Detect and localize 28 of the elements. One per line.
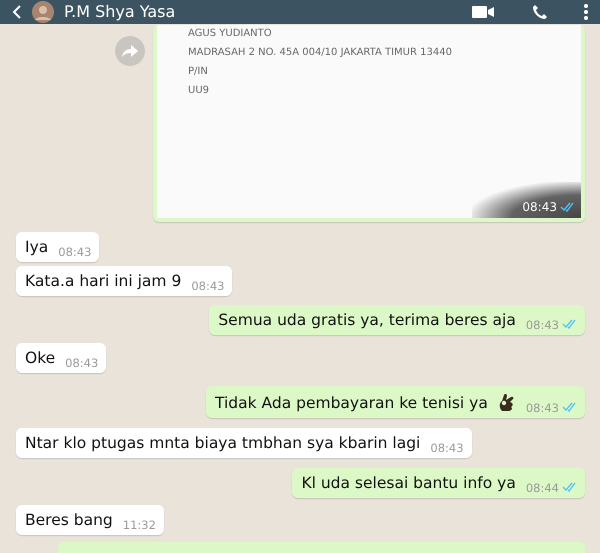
contact-name: P.M Shya Yasa — [64, 1, 176, 23]
more-options-icon[interactable] — [584, 4, 588, 20]
message-text: Iya — [25, 237, 48, 257]
document-text: AGUS YUDIANTO — [188, 27, 273, 40]
document-text: P/IN — [188, 65, 209, 78]
back-icon[interactable] — [12, 5, 22, 19]
message-time: 08:43 — [526, 318, 559, 332]
message-text: Kl uda selesai bantu info ya — [301, 473, 516, 493]
message-time: 08:44 — [526, 481, 559, 495]
message-time: 11:32 — [122, 518, 156, 532]
document-text: MADRASAH 2 NO. 45A 004/10 JAKARTA TIMUR 13440 — [188, 46, 453, 59]
message-time: 08:43 — [65, 356, 98, 370]
message-time: 08:43 — [191, 279, 224, 293]
message-text: Tidak Ada pembayaran ke tenisi ya — [214, 393, 488, 413]
phone-icon[interactable] — [532, 4, 548, 20]
message-time: 08:43 — [526, 401, 559, 415]
message-time: 08:43 — [430, 441, 464, 455]
message-text: Ntar klo ptugas mnta biaya tmbhan sya kbarin lagi — [25, 433, 420, 453]
message-text: Beres bang — [25, 510, 113, 530]
document-text: UU9 — [188, 84, 210, 97]
message-text: Semua uda gratis ya, terima beres aja — [218, 310, 516, 330]
video-call-icon[interactable] — [472, 5, 494, 19]
message-text: Kata.a hari ini jam 9 — [25, 271, 182, 291]
message-text: Oke — [25, 348, 56, 368]
message-time: 08:43 — [58, 245, 92, 259]
avatar-icon[interactable] — [32, 1, 54, 23]
message-time: 08:43 — [522, 200, 557, 214]
image-message[interactable]: AGUS YUDIANTO MADRASAH 2 NO. 45A 004/10 JAKARTA TIMUR 13440 P/IN UU9 08:43 — [153, 25, 585, 222]
